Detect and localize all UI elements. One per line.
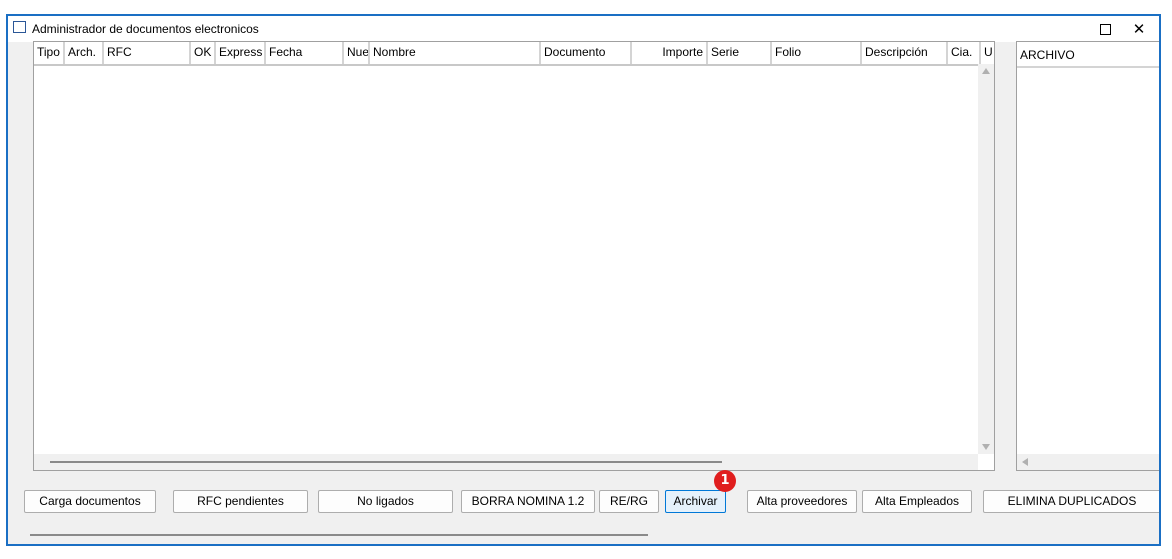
column-header-tipo[interactable]: Tipo <box>34 42 65 64</box>
column-header-documento[interactable]: Documento <box>541 42 632 64</box>
window-title: Administrador de documentos electronicos <box>32 22 259 36</box>
no-ligados-button[interactable]: No ligados <box>318 490 453 513</box>
alta-empleados-button[interactable]: Alta Empleados <box>862 490 972 513</box>
column-header-descripci-n[interactable]: Descripción <box>862 42 948 64</box>
grid-vertical-scrollbar[interactable] <box>978 64 994 454</box>
grid-horizontal-scroll-thumb[interactable] <box>50 461 722 463</box>
archivo-panel[interactable]: ARCHIVO <box>1016 41 1159 471</box>
column-header-fecha[interactable]: Fecha <box>266 42 344 64</box>
documents-grid[interactable]: Tipo Arch. RFC OK Express Fecha Nue Nombre Docum… <box>33 41 995 471</box>
alta-proveedores-button[interactable]: Alta proveedores <box>747 490 857 513</box>
scroll-up-arrow-icon[interactable] <box>982 68 990 74</box>
column-header-u[interactable]: U <box>981 42 994 64</box>
maximize-button[interactable] <box>1089 16 1121 42</box>
title-bar: Administrador de documentos electronicos… <box>8 16 1159 42</box>
archivo-column-header[interactable]: ARCHIVO <box>1017 42 1159 68</box>
grid-horizontal-scrollbar[interactable] <box>34 454 978 470</box>
column-header-arch[interactable]: Arch. <box>65 42 104 64</box>
close-icon: ✕ <box>1132 21 1146 38</box>
scroll-down-arrow-icon[interactable] <box>982 444 990 450</box>
rfc-pendientes-button[interactable]: RFC pendientes <box>173 490 308 513</box>
grid-header: Tipo Arch. RFC OK Express Fecha Nue Nombre Docum… <box>34 42 994 66</box>
column-header-serie[interactable]: Serie <box>708 42 772 64</box>
re-rg-button[interactable]: RE/RG <box>599 490 659 513</box>
window-horizontal-scrollbar[interactable] <box>8 528 1159 544</box>
app-icon <box>13 21 26 33</box>
maximize-icon <box>1099 23 1111 35</box>
carga-documentos-button[interactable]: Carga documentos <box>24 490 156 513</box>
close-button[interactable]: ✕ <box>1123 16 1155 42</box>
window-horizontal-scroll-thumb[interactable] <box>30 534 648 536</box>
column-header-cia[interactable]: Cia. <box>948 42 981 64</box>
column-header-rfc[interactable]: RFC <box>104 42 191 64</box>
column-header-folio[interactable]: Folio <box>772 42 862 64</box>
column-header-nue[interactable]: Nue <box>344 42 370 64</box>
column-header-ok[interactable]: OK <box>191 42 216 64</box>
app-window: Administrador de documentos electronicos… <box>6 14 1161 546</box>
archivar-button[interactable]: Archivar <box>665 490 726 513</box>
archivo-horizontal-scrollbar[interactable] <box>1017 454 1159 470</box>
scroll-left-arrow-icon[interactable] <box>1022 458 1028 466</box>
column-header-express[interactable]: Express <box>216 42 266 64</box>
column-header-importe[interactable]: Importe <box>632 42 708 64</box>
step-number-badge: 1 <box>714 470 736 492</box>
column-header-nombre[interactable]: Nombre <box>370 42 541 64</box>
borra-nomina-button[interactable]: BORRA NOMINA 1.2 <box>461 490 595 513</box>
elimina-duplicados-button[interactable]: ELIMINA DUPLICADOS <box>983 490 1159 513</box>
